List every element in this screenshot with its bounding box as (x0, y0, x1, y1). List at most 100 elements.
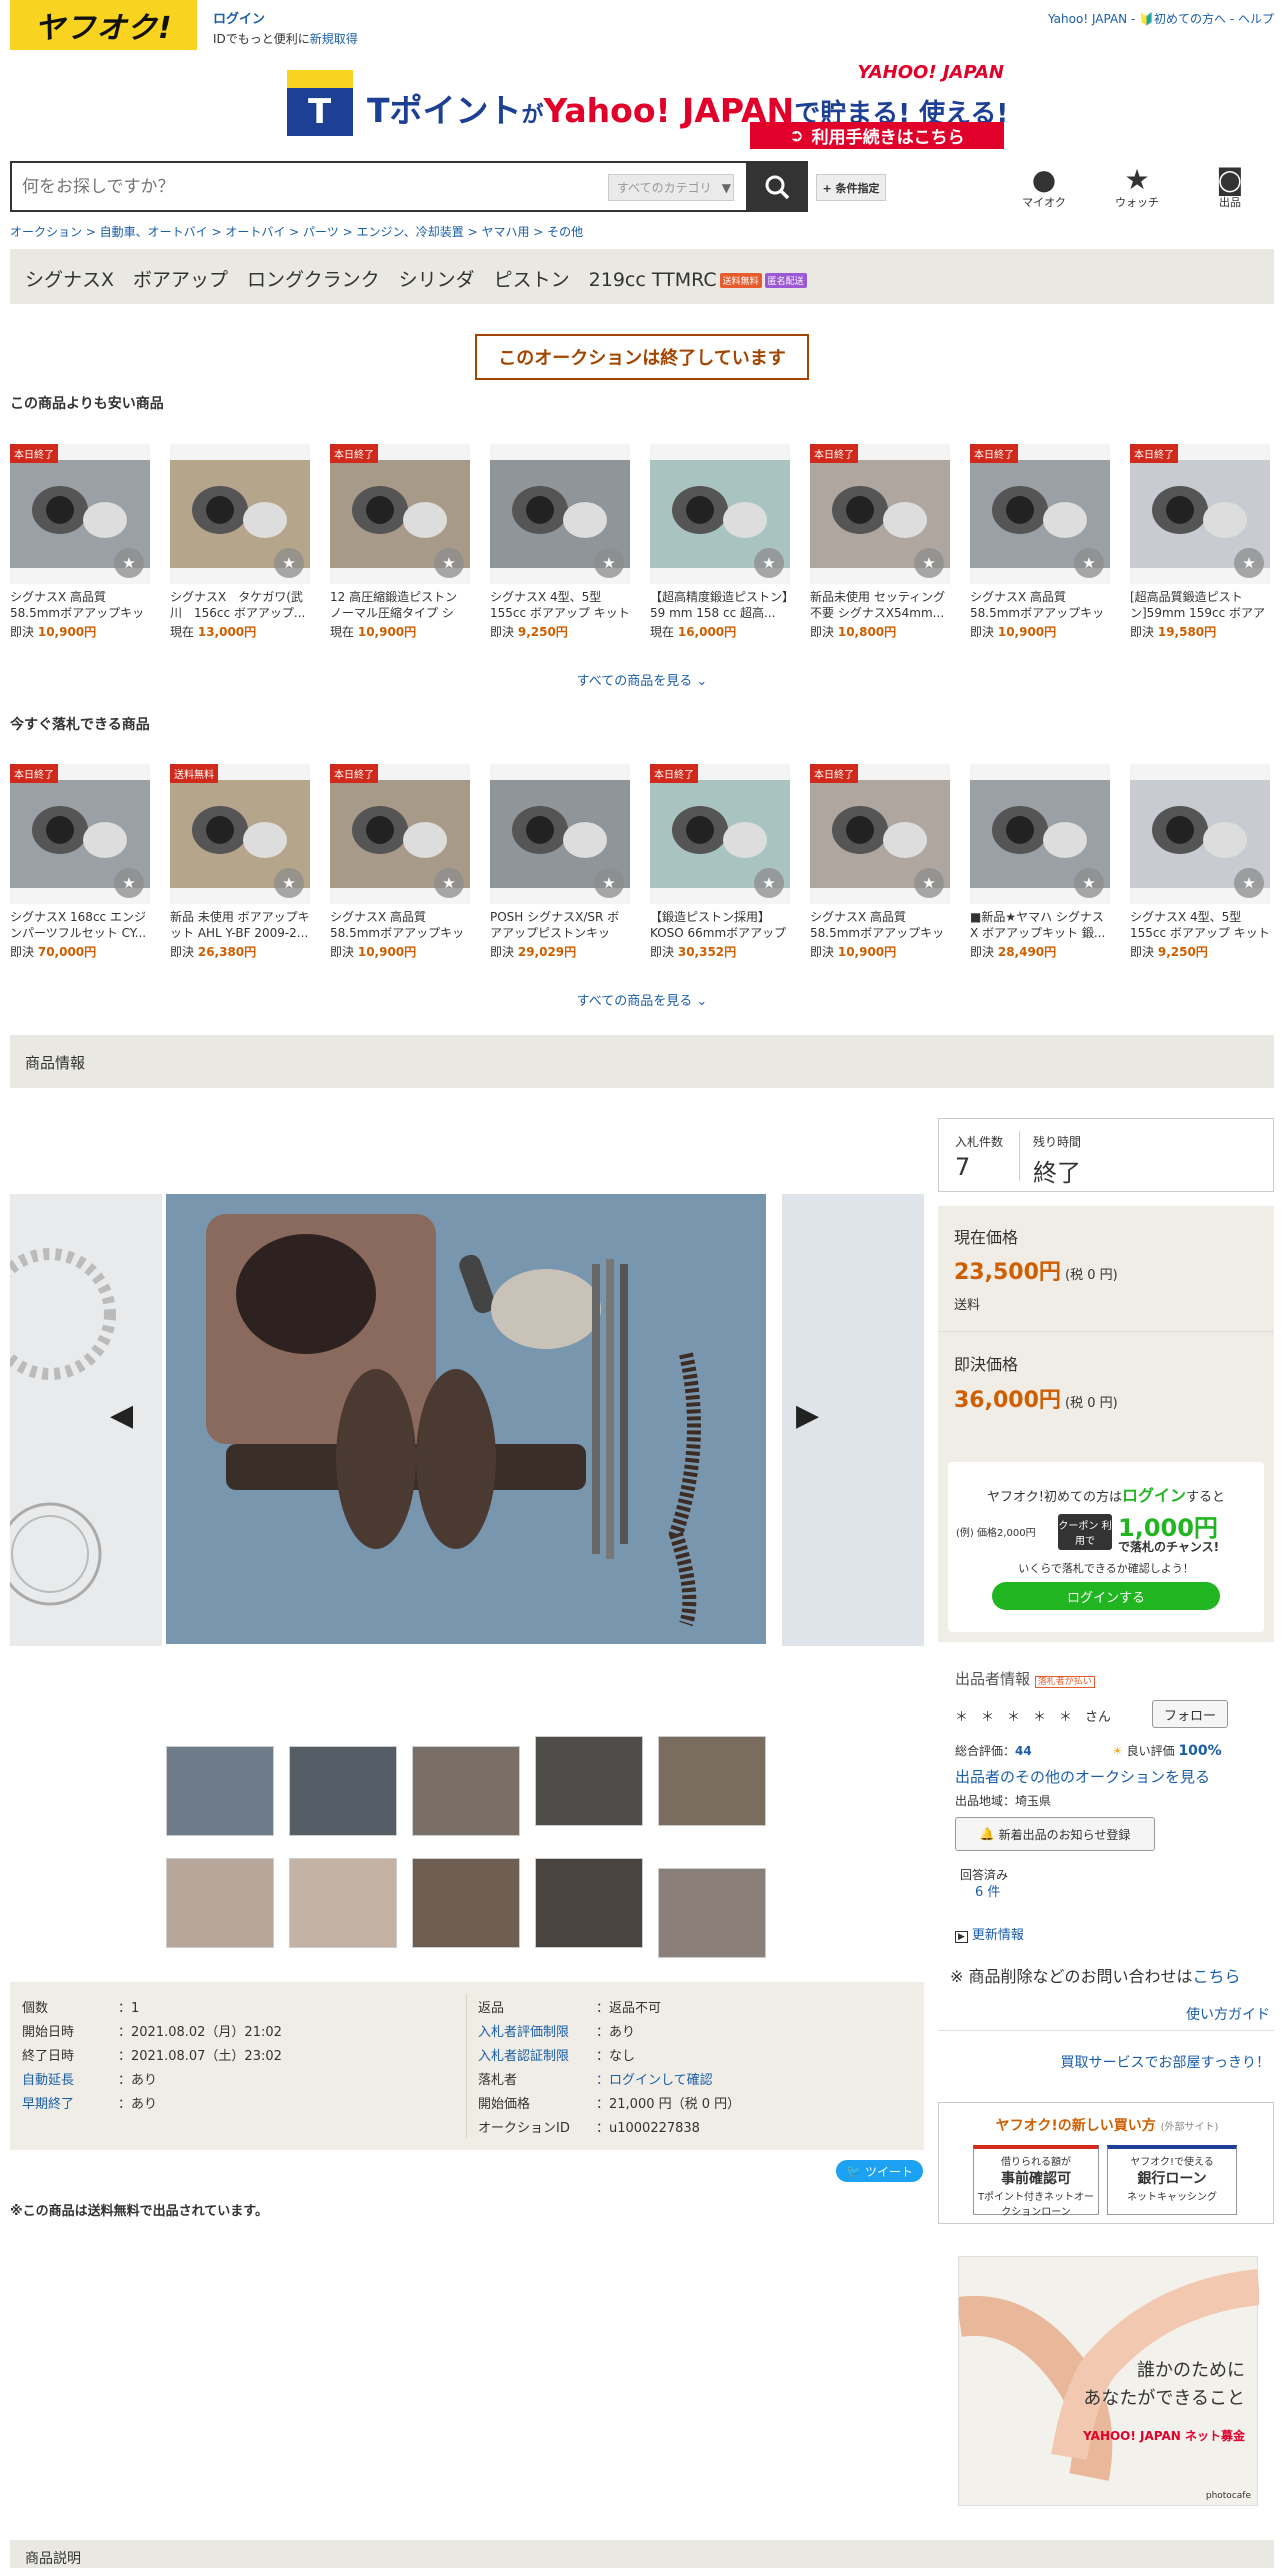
product-name[interactable]: 新品 未使用 ボアアップキット AHL Y-BF 2009-2... (170, 909, 310, 941)
seller-other-auctions-link[interactable]: 出品者のその他のオークションを見る (955, 1766, 1210, 1787)
detail-key[interactable]: 早期終了 (22, 2093, 118, 2112)
thumbnail[interactable] (289, 1746, 397, 1836)
watch-star-icon[interactable]: ★ (434, 548, 464, 578)
product-image[interactable]: ★ (970, 764, 1110, 904)
next-arrow-icon[interactable]: ▶ (796, 1398, 819, 1433)
rating-link[interactable]: 44 (1015, 1744, 1032, 1758)
product-card[interactable]: 本日終了 ★ シグナスX 高品質 58.5mmボアアップキット フ... 即決 10,… (10, 444, 150, 640)
product-card[interactable]: 本日終了 ★ シグナスX 高品質 58.5mmボアアップキット フ... 即決 10,… (330, 764, 470, 960)
cheaper-see-all-link[interactable]: すべての商品を見る ⌄ (0, 670, 1284, 689)
thumbnail[interactable] (535, 1736, 643, 1826)
product-card[interactable]: 本日終了 ★ 12 高圧縮鍛造ピストン ノーマル圧縮タイプ シグ... 現在 10,9… (330, 444, 470, 640)
detail-value[interactable]: ：ログインして確認 (596, 2069, 713, 2088)
thumbnail[interactable] (289, 1858, 397, 1948)
watch-star-icon[interactable]: ★ (274, 868, 304, 898)
product-image[interactable]: ★ (1130, 764, 1270, 904)
product-image[interactable]: ★ (650, 444, 790, 584)
product-name[interactable]: シグナスX 4型、5型 155cc ボアアップ キット 検... (1130, 909, 1270, 941)
product-card[interactable]: ★ シグナスX 4型、5型 155cc ボアアップ キット 検... 即決 9,25… (490, 444, 630, 640)
product-card[interactable]: ★ シグナスX タケガワ(武川 156cc ボアアップ... 現在 13,000円 (170, 444, 310, 640)
product-image[interactable]: 送料無料 ★ (170, 764, 310, 904)
header-right-links[interactable]: Yahoo! JAPAN - 🔰初めての方へ - ヘルプ (1048, 10, 1274, 27)
thumbnail[interactable] (166, 1746, 274, 1836)
contact-link[interactable]: こちら (1193, 1967, 1241, 1986)
product-image[interactable]: 本日終了 ★ (330, 764, 470, 904)
product-name[interactable]: POSH シグナスX/SR ボアアップピストンキット... (490, 909, 630, 941)
product-name[interactable]: シグナスX 4型、5型 155cc ボアアップ キット 検... (490, 589, 630, 621)
product-image[interactable]: ★ (490, 764, 630, 904)
product-card[interactable]: ★ ■新品★ヤマハ シグナスX ボアアップキット 鍛... 即決 28,490円 (970, 764, 1110, 960)
tweet-button[interactable]: 🐦 ツイート (836, 2160, 923, 2182)
buyback-link[interactable]: 買取サービスでお部屋すっきり！ (1061, 2052, 1270, 2072)
product-name[interactable]: 12 高圧縮鍛造ピストン ノーマル圧縮タイプ シグ... (330, 589, 470, 621)
product-card[interactable]: ★ POSH シグナスX/SR ボアアップピストンキット... 即決 29,029円 (490, 764, 630, 960)
product-card[interactable]: ★ 【超高精度鍛造ピストン】59 mm 158 cc 超高... 現在 16,000… (650, 444, 790, 640)
guide-link[interactable]: 使い方ガイド (1186, 2004, 1270, 2024)
watch-star-icon[interactable]: ★ (754, 868, 784, 898)
watch-star-icon[interactable]: ★ (114, 548, 144, 578)
product-name[interactable]: [超高品質鍛造ピストン]59mm 159cc ボアアップ... (1130, 589, 1270, 621)
condition-button[interactable]: + 条件指定 (816, 174, 886, 201)
product-name[interactable]: 【鍛造ピストン採用】KOSO 66mmボアアップ ... (650, 909, 790, 941)
product-image[interactable]: 本日終了 ★ (10, 444, 150, 584)
product-name[interactable]: シグナスX 高品質 58.5mmボアアップキット ビ... (810, 909, 950, 941)
watch-star-icon[interactable]: ★ (114, 868, 144, 898)
register-link[interactable]: 新規取得 (310, 32, 358, 46)
product-card[interactable]: 本日終了 ★ シグナスX 高品質 58.5mmボアアップキット ビ... 即決 10,… (970, 444, 1110, 640)
product-image[interactable]: 本日終了 ★ (1130, 444, 1270, 584)
product-card[interactable]: 本日終了 ★ 新品未使用 セッティング不要 シグナスX54mm... 即決 10,80… (810, 444, 950, 640)
product-name[interactable]: ■新品★ヤマハ シグナスX ボアアップキット 鍛... (970, 909, 1110, 941)
product-image[interactable]: 本日終了 ★ (650, 764, 790, 904)
answered-link[interactable]: 6 件 (975, 1881, 1000, 1900)
product-name[interactable]: シグナスX 168cc エンジンパーツフルセット CY... (10, 909, 150, 941)
banner-signup-button[interactable]: ➲ 利用手続きはこちら (750, 122, 1004, 149)
thumbnail[interactable] (658, 1868, 766, 1958)
thumbnail[interactable] (412, 1858, 520, 1948)
watch-star-icon[interactable]: ★ (1234, 548, 1264, 578)
header-sell-button[interactable]: ◙ 出品 (1200, 166, 1260, 210)
product-card[interactable]: 本日終了 ★ シグナスX 168cc エンジンパーツフルセット CY... 即決 70… (10, 764, 150, 960)
detail-key[interactable]: 入札者評価制限 (478, 2021, 596, 2040)
product-card[interactable]: 本日終了 ★ [超高品質鍛造ピストン]59mm 159cc ボアアップ... 即決 1… (1130, 444, 1270, 640)
product-name[interactable]: 新品未使用 セッティング不要 シグナスX54mm... (810, 589, 950, 621)
product-name[interactable]: シグナスX タケガワ(武川 156cc ボアアップ... (170, 589, 310, 621)
main-product-image[interactable] (166, 1194, 766, 1644)
buynow-see-all-link[interactable]: すべての商品を見る ⌄ (0, 990, 1284, 1009)
watch-star-icon[interactable]: ★ (594, 868, 624, 898)
donation-ad[interactable]: 誰かのために あなたができること YAHOO! JAPAN ネット募金 photo… (958, 2256, 1259, 2506)
header-watch-button[interactable]: ★ ウォッチ (1107, 166, 1167, 210)
product-image[interactable]: 本日終了 ★ (330, 444, 470, 584)
prev-image-preview[interactable] (0, 1194, 162, 1646)
loan-card-2[interactable]: ヤフオク!で使える 銀行ローン ネットキャッシング (1107, 2145, 1237, 2215)
product-image[interactable]: 本日終了 ★ (10, 764, 150, 904)
product-image[interactable]: ★ (490, 444, 630, 584)
watch-star-icon[interactable]: ★ (1234, 868, 1264, 898)
watch-star-icon[interactable]: ★ (914, 868, 944, 898)
product-card[interactable]: ★ シグナスX 4型、5型 155cc ボアアップ キット 検... 即決 9,25… (1130, 764, 1270, 960)
thumbnail[interactable] (535, 1858, 643, 1948)
product-name[interactable]: 【超高精度鍛造ピストン】59 mm 158 cc 超高... (650, 589, 790, 621)
breadcrumb[interactable]: オークション > 自動車、オートバイ > オートバイ > パーツ > エンジン、… (10, 223, 583, 240)
product-image[interactable]: 本日終了 ★ (970, 444, 1110, 584)
loan-card-1[interactable]: 借りられる額が 事前確認可 Tポイント付きネットオークションローン (973, 2145, 1099, 2218)
product-image[interactable]: 本日終了 ★ (810, 764, 950, 904)
login-button[interactable]: ログインする (992, 1582, 1220, 1610)
product-image[interactable]: ★ (170, 444, 310, 584)
product-image[interactable]: 本日終了 ★ (810, 444, 950, 584)
product-name[interactable]: シグナスX 高品質 58.5mmボアアップキット フ... (10, 589, 150, 621)
watch-star-icon[interactable]: ★ (594, 548, 624, 578)
watch-star-icon[interactable]: ★ (914, 548, 944, 578)
category-select[interactable]: すべてのカテゴリ ▼ (608, 174, 734, 201)
watch-star-icon[interactable]: ★ (1074, 548, 1104, 578)
prev-arrow-icon[interactable]: ◀ (110, 1398, 133, 1433)
follow-button[interactable]: フォロー (1152, 1700, 1228, 1728)
login-link[interactable]: ログイン (213, 12, 265, 27)
thumbnail[interactable] (166, 1858, 274, 1948)
product-card[interactable]: 送料無料 ★ 新品 未使用 ボアアップキット AHL Y-BF 2009-2... 即… (170, 764, 310, 960)
watch-star-icon[interactable]: ★ (434, 868, 464, 898)
new-listing-notify-button[interactable]: 🔔 新着出品のお知らせ登録 (955, 1817, 1155, 1851)
detail-key[interactable]: 入札者認証制限 (478, 2045, 596, 2064)
product-card[interactable]: 本日終了 ★ 【鍛造ピストン採用】KOSO 66mmボアアップ ... 即決 30,3… (650, 764, 790, 960)
thumbnail[interactable] (658, 1736, 766, 1826)
update-info-link[interactable]: ▶ 更新情報 (955, 1924, 1024, 1943)
